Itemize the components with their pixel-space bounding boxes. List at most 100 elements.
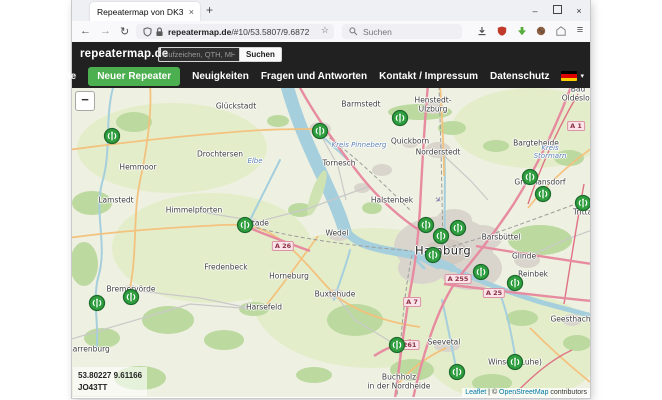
- antenna-icon: [473, 264, 490, 281]
- map-label: Seevetal: [428, 339, 461, 348]
- map-label: Barsbüttel: [482, 234, 521, 243]
- tab-bar: Repeatermap von DK3ML × + – ×: [72, 0, 590, 21]
- repeater-marker[interactable]: [473, 264, 490, 281]
- map-label: Glückstadt: [216, 103, 256, 112]
- nav-datenschutz[interactable]: Datenschutz: [490, 71, 549, 82]
- desktop: { "browser": { "tab": {"title": "Repeate…: [0, 0, 662, 400]
- browser-search-field[interactable]: [342, 24, 462, 39]
- leaflet-link[interactable]: Leaflet: [465, 389, 486, 396]
- map-label: Buxtehude: [315, 291, 356, 300]
- antenna-icon: [535, 186, 552, 203]
- site-nav: Karte Neuer Repeater Neuigkeiten Fragen und…: [51, 66, 584, 86]
- zoom-out-button[interactable]: −: [75, 91, 95, 111]
- url-toolbar: ← → ↻ repeatermap.de/#10/53.5807/9.6872 …: [72, 21, 590, 43]
- repeater-marker[interactable]: [425, 247, 442, 264]
- repeater-marker[interactable]: [507, 275, 524, 292]
- chevron-down-icon: ▾: [580, 72, 584, 80]
- nav-fragen-und-antworten[interactable]: Fragen und Antworten: [261, 71, 367, 82]
- repeater-marker[interactable]: [433, 228, 450, 245]
- site-search: Suchen: [158, 47, 282, 62]
- download-icon[interactable]: [477, 26, 491, 36]
- close-button[interactable]: ×: [568, 6, 590, 16]
- airport-icon: ✈: [433, 194, 444, 205]
- new-tab-button[interactable]: +: [206, 3, 213, 17]
- nav-neuigkeiten[interactable]: Neuigkeiten: [192, 71, 249, 82]
- download-helper-icon[interactable]: [517, 26, 531, 36]
- repeater-marker[interactable]: [389, 337, 406, 354]
- map-label: Henstedt- Ulzburg: [415, 96, 452, 113]
- map-label: Bad Oldesloe: [562, 88, 590, 103]
- repeater-marker[interactable]: [392, 110, 409, 127]
- map-label: Hemmoor: [119, 164, 156, 173]
- map-label: Kreis Pinneberg: [331, 141, 386, 149]
- map-label: Bargteheide: [513, 140, 559, 149]
- bookmark-star-icon[interactable]: ☆: [321, 25, 329, 36]
- maximize-button[interactable]: [546, 5, 568, 16]
- repeater-marker[interactable]: [522, 169, 539, 186]
- repeater-marker[interactable]: [312, 123, 329, 140]
- window-controls: – ×: [524, 0, 590, 21]
- nav-neuer-repeater[interactable]: Neuer Repeater: [88, 67, 180, 86]
- coordinates-value: 53.80227 9.61166: [78, 370, 142, 382]
- sidebar-home-icon[interactable]: [556, 26, 570, 36]
- map-label: Wedel: [325, 230, 348, 239]
- adblock-shield-icon[interactable]: [497, 26, 511, 36]
- browser-tab[interactable]: Repeatermap von DK3ML ×: [90, 2, 200, 21]
- repeater-marker[interactable]: [237, 217, 254, 234]
- repeater-marker[interactable]: [507, 354, 524, 371]
- map-label: Fredenbeck: [204, 264, 247, 273]
- browser-search-input[interactable]: [361, 26, 455, 38]
- map-label: Hamburg: [415, 244, 471, 257]
- url-bar[interactable]: repeatermap.de/#10/53.5807/9.6872 ☆: [136, 24, 334, 39]
- site-search-button[interactable]: Suchen: [239, 47, 282, 62]
- map-label: Geesthacht: [550, 316, 590, 325]
- map-label: Barmstedt: [341, 101, 380, 110]
- repeater-marker[interactable]: [123, 289, 140, 306]
- repeater-marker[interactable]: [575, 195, 591, 212]
- nav-karte[interactable]: Karte: [51, 71, 77, 82]
- tab-close-icon[interactable]: ×: [183, 7, 200, 17]
- repeater-marker[interactable]: [450, 220, 467, 237]
- site-search-input[interactable]: [158, 47, 239, 62]
- repeater-marker[interactable]: [104, 128, 121, 145]
- map-label: Quickborn: [391, 138, 429, 147]
- menu-icon[interactable]: ≡: [573, 24, 587, 36]
- road-badge: A 7: [403, 297, 421, 307]
- shield-icon[interactable]: [143, 27, 152, 37]
- antenna-icon: [312, 123, 329, 140]
- forward-button[interactable]: →: [100, 25, 111, 37]
- site-header: repeatermap.de Suchen KarteNeuer Repeate…: [72, 42, 590, 88]
- road-badge: A 1: [567, 121, 585, 131]
- nav-kontakt-impressum[interactable]: Kontakt / Impressum: [379, 71, 478, 82]
- antenna-icon: [123, 289, 140, 306]
- repeater-marker[interactable]: [89, 295, 106, 312]
- osm-link[interactable]: OpenStreetMap: [499, 389, 548, 396]
- map-attribution: Leaflet | © OpenStreetMap contributors: [462, 388, 590, 397]
- map-overlays: ✈ Glückstadt Barmstedt Henstedt- Ulzburg Ba…: [72, 88, 590, 397]
- antenna-icon: [89, 295, 106, 312]
- map-label: Glinde: [512, 253, 536, 262]
- back-button[interactable]: ←: [80, 25, 91, 37]
- extension-icon[interactable]: [536, 26, 550, 36]
- language-selector[interactable]: ▾: [561, 71, 584, 81]
- map-label: Himmelpforten: [166, 207, 222, 216]
- map-label: Norderstedt: [416, 149, 461, 158]
- map-label: Harsefeld: [246, 304, 282, 313]
- minimize-button[interactable]: –: [524, 6, 546, 16]
- road-badge: A 25: [483, 288, 505, 298]
- map-label: Halstenbek: [371, 197, 413, 206]
- nav-items: Karte Neuer Repeater Neuigkeiten Fragen und…: [51, 67, 550, 86]
- url-path: /#10/53.5807/9.6872: [231, 27, 309, 37]
- map-label: Lamstedt: [98, 197, 133, 206]
- reload-button[interactable]: ↻: [120, 25, 129, 38]
- repeater-marker[interactable]: [535, 186, 552, 203]
- repeater-marker[interactable]: [449, 364, 466, 381]
- attribution-suffix: contributors: [548, 389, 587, 396]
- map-canvas[interactable]: ✈ Glückstadt Barmstedt Henstedt- Ulzburg Ba…: [72, 88, 590, 397]
- antenna-icon: [450, 220, 467, 237]
- road-badge: A 26: [272, 241, 294, 251]
- site-logo[interactable]: repeatermap.de: [80, 48, 168, 60]
- search-icon: [349, 27, 358, 36]
- url-domain: repeatermap.de: [168, 27, 231, 37]
- locator-value: JO43TT: [78, 382, 142, 394]
